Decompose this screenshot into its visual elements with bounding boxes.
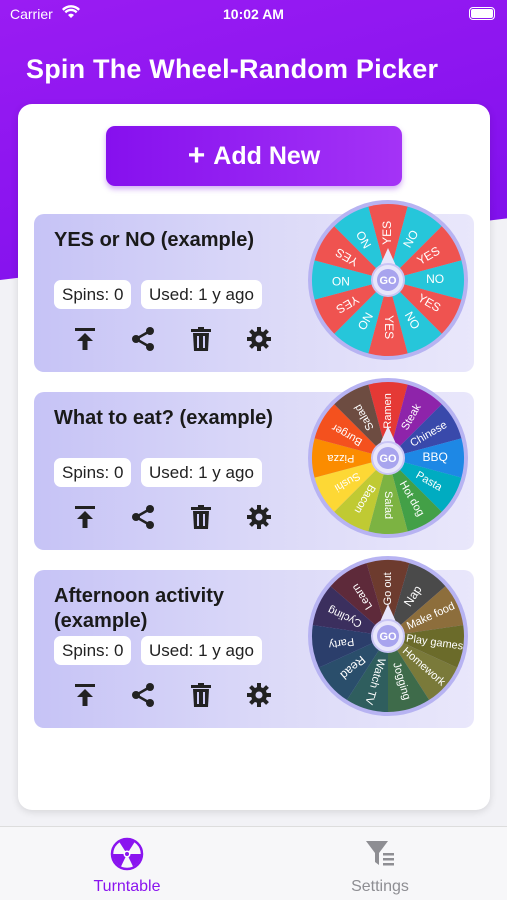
tab-settings[interactable]: Settings — [320, 837, 440, 896]
wheel-preview[interactable]: Go out NapMake foodPlay gamesHomeworkJogg… — [306, 554, 470, 718]
status-bar: Carrier 10:02 AM — [0, 0, 507, 28]
move-to-top-icon[interactable] — [68, 322, 102, 356]
wheel-item[interactable]: YES or NO (example) Spins: 0 Used: 1 y a… — [34, 200, 474, 372]
main-card: + Add New YES or NO (example) Spins: 0 U… — [18, 104, 490, 810]
add-new-button[interactable]: + Add New — [106, 126, 402, 186]
spins-badge: Spins: 0 — [54, 636, 132, 665]
spins-badge: Spins: 0 — [54, 280, 132, 309]
wheel-segment-label: NO — [426, 272, 444, 286]
used-badge: Used: 1 y ago — [141, 280, 262, 309]
battery-icon — [469, 7, 495, 20]
trash-icon[interactable] — [184, 500, 218, 534]
share-icon[interactable] — [126, 500, 160, 534]
wheel-name: Afternoon activity (example) — [54, 585, 225, 632]
wheel-name: YES or NO (example) — [54, 229, 255, 251]
go-label: GO — [379, 631, 397, 643]
wheel-segment-label: Salad — [382, 491, 394, 519]
wheel-segment-label: YES — [382, 315, 396, 339]
go-label: GO — [379, 275, 397, 287]
filter-settings-icon — [363, 841, 397, 875]
page-title: Spin The Wheel-Random Picker — [26, 54, 439, 84]
wheel-segment-label: Go out — [382, 572, 394, 605]
go-label: GO — [379, 453, 397, 465]
move-to-top-icon[interactable] — [68, 500, 102, 534]
wheel-preview[interactable]: YES NOYESNOYESNOYESNOYESNOYESNOGO — [306, 198, 470, 362]
share-icon[interactable] — [126, 322, 160, 356]
wheel-segment-label: BBQ — [422, 450, 447, 464]
wheel-segment-label: Pizza — [327, 452, 355, 464]
move-to-top-icon[interactable] — [68, 678, 102, 712]
used-badge: Used: 1 y ago — [141, 458, 262, 487]
tab-bar: Turntable Settings — [0, 826, 507, 900]
wheel-segment-label: Ramen — [382, 393, 394, 428]
spins-badge: Spins: 0 — [54, 458, 132, 487]
share-icon[interactable] — [126, 678, 160, 712]
trash-icon[interactable] — [184, 678, 218, 712]
wheel-segment-label: YES — [380, 221, 394, 245]
wheel-segment-label: NO — [332, 274, 350, 288]
gear-icon[interactable] — [242, 322, 276, 356]
status-time: 10:02 AM — [223, 6, 284, 22]
wheel-item[interactable]: What to eat? (example) Spins: 0 Used: 1 … — [34, 378, 474, 550]
wheel-preview[interactable]: Ramen SteakChineseBBQPastaHot dogSaladBac… — [306, 376, 470, 540]
used-badge: Used: 1 y ago — [141, 636, 262, 665]
wheel-item[interactable]: Afternoon activity (example) Spins: 0 Us… — [34, 556, 474, 728]
gear-icon[interactable] — [242, 678, 276, 712]
trash-icon[interactable] — [184, 322, 218, 356]
tab-label: Turntable — [93, 878, 161, 895]
tab-label: Settings — [351, 878, 409, 895]
radiation-icon — [110, 837, 144, 875]
wheel-name: What to eat? (example) — [54, 407, 273, 429]
gear-icon[interactable] — [242, 500, 276, 534]
add-new-label: Add New — [213, 141, 321, 170]
tab-turntable[interactable]: Turntable — [67, 837, 187, 896]
plus-icon: + — [187, 139, 206, 172]
